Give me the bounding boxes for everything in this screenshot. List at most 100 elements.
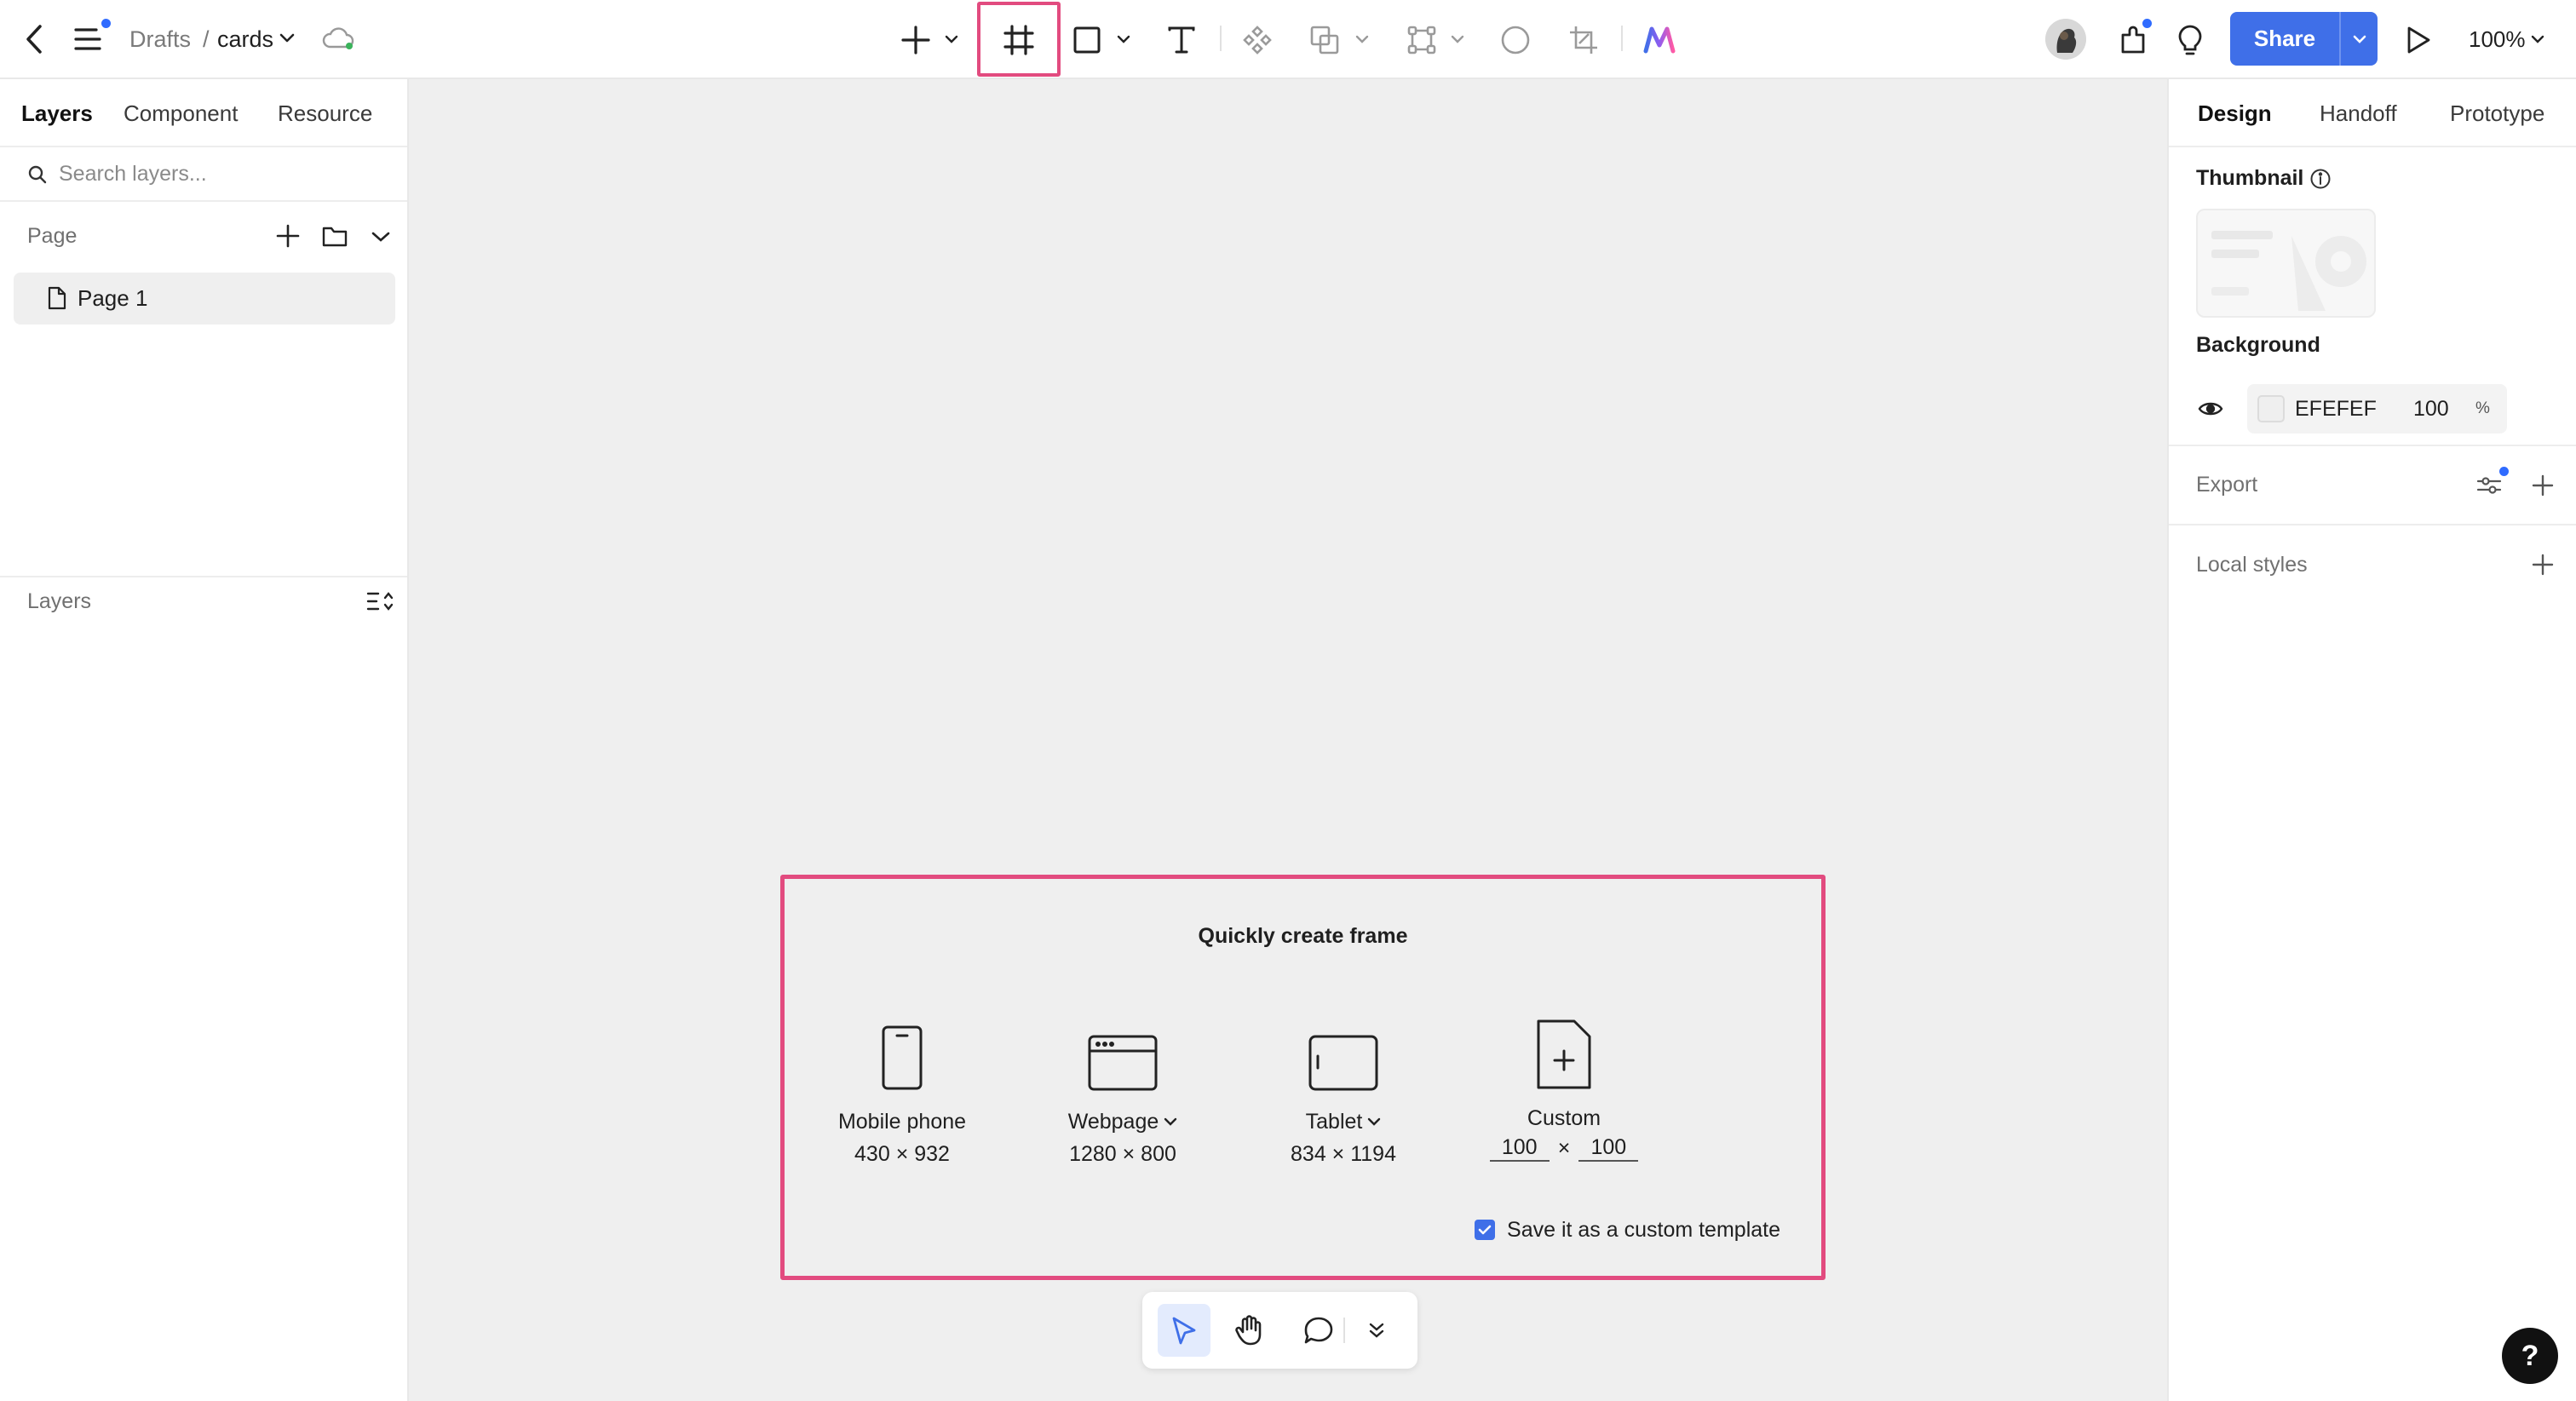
export-settings-icon[interactable] xyxy=(2476,474,2502,497)
design-canvas[interactable]: Quickly create frame Mobile phone 430 × … xyxy=(409,79,2167,1401)
text-icon[interactable] xyxy=(1164,22,1199,58)
layer-search[interactable]: Search layers... xyxy=(0,147,407,202)
rectangle-icon[interactable] xyxy=(1069,22,1105,58)
share-button-label[interactable]: Share xyxy=(2230,12,2341,66)
chevron-down-icon[interactable] xyxy=(942,31,961,48)
back-icon[interactable] xyxy=(19,20,49,58)
right-tabs: Design Handoff Prototype xyxy=(2169,79,2576,147)
custom-width-input[interactable]: 100 xyxy=(1489,1134,1550,1162)
background-color-field[interactable]: EFEFEF 100 % xyxy=(2247,384,2507,434)
search-input[interactable]: Search layers... xyxy=(59,159,207,188)
page-list-item[interactable]: Page 1 xyxy=(14,273,395,324)
ellipse-icon[interactable] xyxy=(1498,22,1533,58)
menu-icon[interactable] xyxy=(72,20,106,58)
avatar[interactable] xyxy=(2045,19,2086,60)
add-page-icon[interactable] xyxy=(276,224,300,248)
play-icon[interactable] xyxy=(2401,22,2436,58)
search-icon xyxy=(27,164,48,185)
more-tools-icon[interactable] xyxy=(1367,1321,1386,1340)
layer-sort-icon[interactable] xyxy=(366,590,394,612)
eye-icon[interactable] xyxy=(2198,399,2223,418)
custom-frame-icon xyxy=(1470,1009,1658,1090)
browser-window-icon xyxy=(1029,1011,1216,1092)
mobile-phone-icon xyxy=(808,1011,996,1092)
file-name[interactable]: cards xyxy=(217,24,273,55)
page-icon xyxy=(48,286,66,310)
custom-height-input[interactable]: 100 xyxy=(1578,1134,1639,1162)
chevron-down-icon[interactable] xyxy=(1114,31,1133,48)
vector-icon[interactable] xyxy=(1404,22,1440,58)
share-button[interactable]: Share xyxy=(2230,12,2378,66)
checkmark-icon xyxy=(1478,1225,1492,1235)
panel-divider xyxy=(0,576,407,577)
thumbnail-label: Thumbnail xyxy=(2196,166,2304,190)
move-tool-icon[interactable] xyxy=(1170,1316,1198,1346)
thumbnail-preview[interactable] xyxy=(2196,209,2376,318)
cloud-sync-icon xyxy=(320,24,356,55)
tab-design[interactable]: Design xyxy=(2198,98,2272,129)
preset-name: Webpage xyxy=(1067,1110,1159,1134)
help-button[interactable]: ? xyxy=(2502,1328,2558,1384)
hand-tool-icon[interactable] xyxy=(1234,1314,1265,1346)
ai-logo-icon[interactable] xyxy=(1642,22,1677,58)
preset-webpage[interactable]: Webpage 1280 × 800 xyxy=(1029,1011,1216,1168)
preset-name: Custom xyxy=(1527,1106,1601,1130)
quick-create-frame-panel: Quickly create frame Mobile phone 430 × … xyxy=(780,875,1826,1280)
layers-section-title: Layers xyxy=(27,589,92,613)
breadcrumb-drafts[interactable]: Drafts xyxy=(129,24,191,55)
preset-mobile-phone[interactable]: Mobile phone 430 × 932 xyxy=(808,1011,996,1168)
toolbar-divider xyxy=(1220,26,1222,51)
lightbulb-icon[interactable] xyxy=(2172,22,2208,58)
component-icon[interactable] xyxy=(1239,22,1275,58)
left-tabs: Layers Component Resource xyxy=(0,79,407,147)
add-export-icon[interactable] xyxy=(2532,474,2554,497)
local-styles-label: Local styles xyxy=(2196,553,2308,577)
background-opacity[interactable]: 100 xyxy=(2413,394,2449,423)
preset-tablet[interactable]: Tablet 834 × 1194 xyxy=(1250,1011,1437,1168)
preset-size: 834 × 1194 xyxy=(1291,1142,1396,1166)
page-name: Page 1 xyxy=(78,285,148,311)
preset-name: Mobile phone xyxy=(837,1110,967,1134)
comment-tool-icon[interactable] xyxy=(1303,1316,1334,1345)
zoom-control[interactable]: 100% xyxy=(2469,24,2544,55)
chevron-down-icon xyxy=(1368,1117,1381,1126)
add-style-icon[interactable] xyxy=(2532,554,2554,576)
boolean-icon[interactable] xyxy=(1307,22,1343,58)
chevron-down-icon[interactable] xyxy=(371,231,390,243)
tab-prototype[interactable]: Prototype xyxy=(2450,98,2544,129)
preset-name: Tablet xyxy=(1305,1110,1363,1134)
chevron-down-icon xyxy=(2353,35,2366,43)
panel-divider xyxy=(2169,445,2576,446)
chevron-down-icon[interactable] xyxy=(1353,31,1371,48)
crop-icon[interactable] xyxy=(1566,22,1601,58)
times-sign: × xyxy=(1557,1135,1571,1160)
info-icon[interactable] xyxy=(2309,168,2332,190)
thumbnail-placeholder-icon xyxy=(2211,231,2366,311)
quick-create-title: Quickly create frame xyxy=(1198,924,1408,948)
page-section-title: Page xyxy=(27,224,78,248)
preset-size: 430 × 932 xyxy=(854,1142,950,1166)
left-panel: Layers Component Resource Search layers.… xyxy=(0,79,409,1401)
preset-custom[interactable]: Custom 100 × 100 xyxy=(1470,1009,1658,1162)
chevron-down-icon xyxy=(2531,35,2544,43)
folder-icon[interactable] xyxy=(322,225,348,247)
save-template-label: Save it as a custom template xyxy=(1507,1218,1780,1242)
tab-component[interactable]: Component xyxy=(124,98,238,129)
right-panel: Design Handoff Prototype Thumbnail Backg… xyxy=(2167,79,2576,1401)
tab-layers[interactable]: Layers xyxy=(21,98,93,129)
opacity-unit: % xyxy=(2475,399,2490,417)
tab-resource[interactable]: Resource xyxy=(278,98,372,129)
toolbar-divider xyxy=(1621,26,1623,51)
add-icon[interactable] xyxy=(898,22,934,58)
chevron-down-icon[interactable] xyxy=(278,29,296,48)
frame-tool-highlight xyxy=(977,2,1061,77)
chevron-down-icon[interactable] xyxy=(1448,31,1467,48)
save-template-checkbox[interactable] xyxy=(1475,1220,1496,1240)
background-hex[interactable]: EFEFEF xyxy=(2295,394,2377,423)
color-swatch[interactable] xyxy=(2257,395,2285,422)
save-template-row[interactable]: Save it as a custom template xyxy=(1475,1215,1780,1244)
tablet-icon xyxy=(1250,1011,1437,1092)
tab-handoff[interactable]: Handoff xyxy=(2320,98,2397,129)
top-toolbar: Drafts / cards Share 100% xyxy=(0,0,2576,79)
share-dropdown[interactable] xyxy=(2341,12,2378,66)
